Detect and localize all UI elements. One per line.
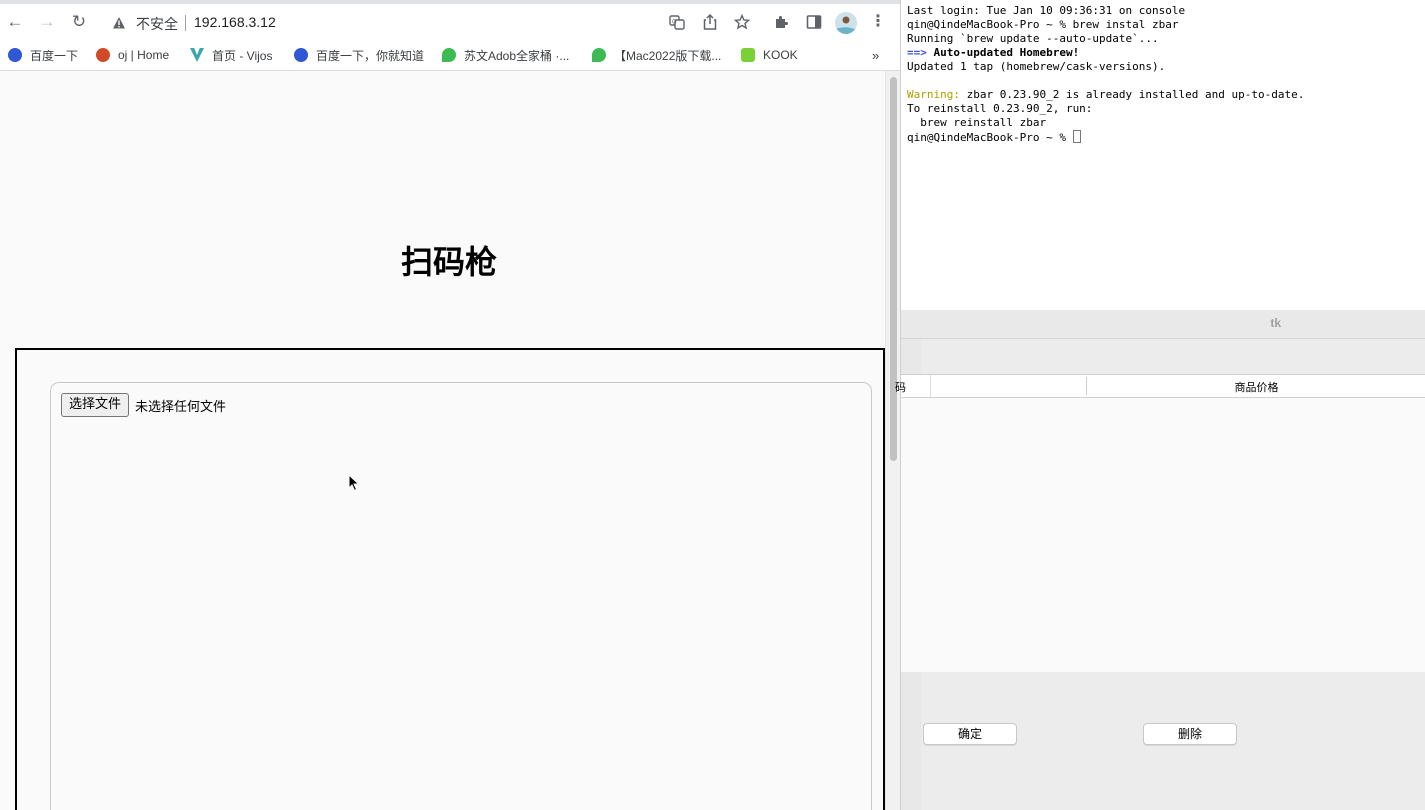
bookmark-item[interactable]: 百度一下	[8, 47, 78, 63]
terminal-line: Auto-updated Homebrew!	[933, 46, 1080, 59]
share-icon[interactable]	[702, 13, 718, 31]
terminal-prompt[interactable]: qin@QindeMacBook-Pro ~ %	[907, 131, 1073, 144]
translate-icon[interactable]: G	[669, 14, 685, 30]
baidu-paw-icon	[8, 48, 22, 62]
bookmark-item[interactable]: oj | Home	[96, 47, 169, 63]
bookmark-label: 百度一下	[30, 48, 79, 63]
side-panel-icon[interactable]	[806, 14, 822, 30]
browser-menu-icon[interactable]: ⋮	[866, 10, 890, 34]
tk-window-title: tk	[1270, 316, 1281, 330]
profile-avatar[interactable]	[835, 12, 857, 34]
lollipop-icon	[96, 48, 110, 62]
terminal-window: Last login: Tue Jan 10 09:36:31 on conso…	[900, 0, 1425, 310]
scrollbar-thumb[interactable]	[890, 77, 897, 461]
bookmark-item[interactable]: 苏文Adob全家桶 ·...	[442, 47, 569, 63]
browser-toolbar: ← → ↻ 不安全 192.168.3.12 G ⋮	[0, 4, 900, 40]
bookmark-label: 【Mac2022版下载...	[614, 48, 722, 63]
column-header-code[interactable]: 码	[895, 379, 906, 395]
bookmark-label: 苏文Adob全家桶 ·...	[464, 48, 570, 63]
terminal-line: zbar 0.23.90_2 is already installed and …	[959, 88, 1305, 101]
terminal-line: brew reinstall zbar	[907, 116, 1047, 129]
bookmark-item[interactable]: 【Mac2022版下载...	[592, 47, 721, 63]
leaf-icon	[592, 48, 606, 62]
confirm-button[interactable]: 确定	[923, 723, 1017, 745]
kook-icon	[741, 48, 755, 62]
page-viewport: 扫码枪 选择文件 未选择任何文件	[0, 71, 885, 810]
tk-window: tk 码 商品价格 确定 删除	[895, 310, 1425, 810]
terminal-output: Last login: Tue Jan 10 09:36:31 on conso…	[907, 4, 1304, 145]
terminal-line: Last login: Tue Jan 10 09:36:31 on conso…	[907, 4, 1186, 17]
avatar-image	[835, 12, 857, 34]
vijos-icon	[190, 48, 204, 62]
terminal-warning-label: Warning:	[907, 88, 960, 101]
terminal-cursor	[1072, 130, 1081, 143]
product-table[interactable]: 码 商品价格	[895, 374, 1425, 672]
terminal-line: qin@QindeMacBook-Pro ~ % brew instal zba…	[907, 18, 1179, 31]
bookmark-item[interactable]: 首页 - Vijos	[190, 47, 272, 63]
page-scrollbar[interactable]	[885, 71, 900, 810]
terminal-line: Updated 1 tap (homebrew/cask-versions).	[907, 60, 1166, 73]
file-status-text: 未选择任何文件	[135, 400, 227, 415]
bookmark-label: KOOK	[763, 48, 798, 62]
baidu-paw-icon	[294, 48, 308, 62]
extensions-puzzle-icon[interactable]	[774, 14, 790, 30]
terminal-line: Running `brew update --auto-update`...	[907, 32, 1159, 45]
page-title: 扫码枪	[400, 243, 497, 281]
upload-panel: 选择文件 未选择任何文件	[50, 382, 872, 810]
browser-window: ← → ↻ 不安全 192.168.3.12 G ⋮ 百度一下 oj | Hom…	[0, 0, 900, 810]
table-header: 码 商品价格	[895, 375, 1425, 398]
reload-icon[interactable]: ↻	[67, 10, 91, 34]
bookmark-star-icon[interactable]	[734, 14, 750, 30]
terminal-line: To reinstall 0.23.90_2, run:	[907, 102, 1093, 115]
url-separator	[185, 15, 186, 31]
delete-button[interactable]: 删除	[1143, 723, 1237, 745]
forward-arrow-icon[interactable]: →	[35, 10, 59, 34]
terminal-arrow: ==>	[907, 46, 927, 59]
bookmark-label: 百度一下，你就知道	[316, 48, 425, 63]
back-arrow-icon[interactable]: ←	[3, 10, 27, 34]
scanner-frame: 选择文件 未选择任何文件	[15, 348, 885, 810]
column-divider	[930, 375, 931, 397]
bookmark-item[interactable]: KOOK	[741, 47, 798, 63]
bookmark-label: 首页 - Vijos	[212, 48, 273, 63]
svg-text:G: G	[672, 19, 677, 26]
choose-file-button[interactable]: 选择文件	[61, 393, 130, 417]
more-bookmarks-button[interactable]: »	[872, 47, 879, 63]
address-bar-url[interactable]: 192.168.3.12	[194, 14, 276, 30]
bookmark-label: oj | Home	[118, 48, 170, 62]
bookmark-item[interactable]: 百度一下，你就知道	[294, 47, 424, 63]
bookmarks-bar: 百度一下 oj | Home 首页 - Vijos 百度一下，你就知道 苏文Ad…	[0, 40, 900, 71]
leaf-icon	[442, 48, 456, 62]
warning-triangle-icon[interactable]	[112, 16, 126, 30]
column-header-price[interactable]: 商品价格	[1087, 379, 1425, 395]
tk-titlebar[interactable]: tk	[901, 310, 1425, 339]
security-label[interactable]: 不安全	[136, 14, 178, 34]
mouse-cursor-icon	[348, 474, 360, 492]
